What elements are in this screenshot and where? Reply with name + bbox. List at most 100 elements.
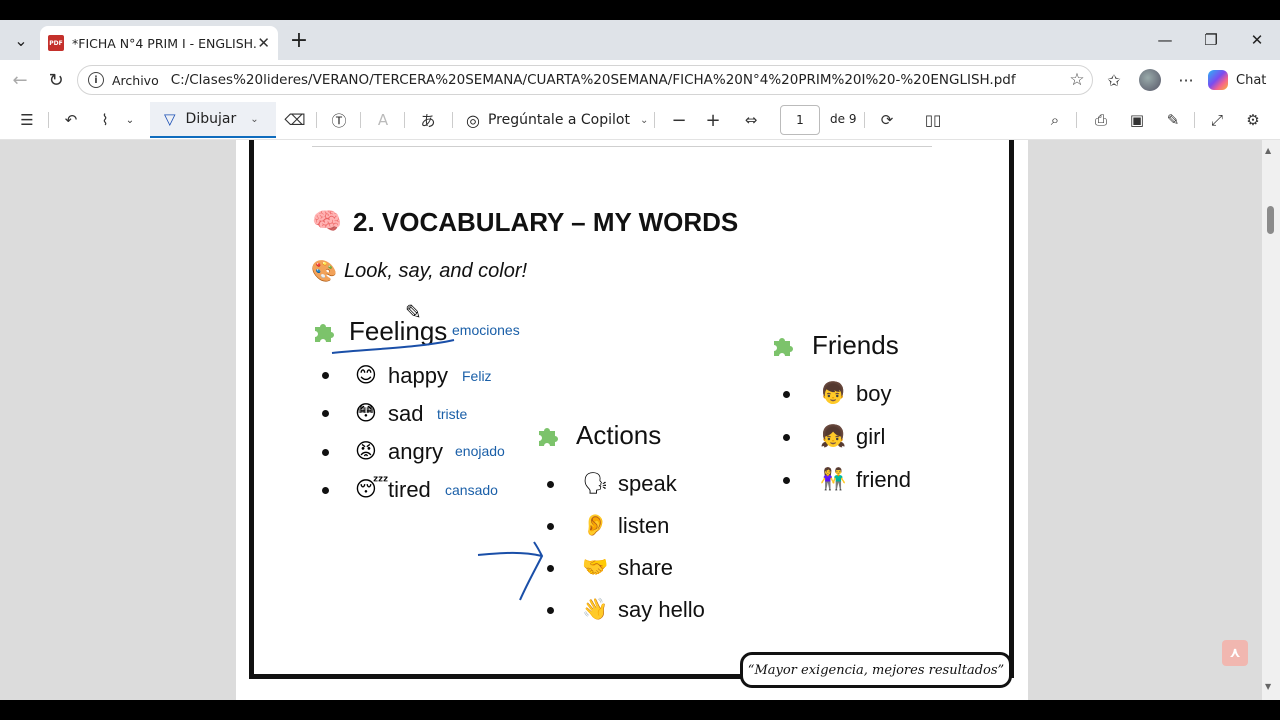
scroll-down-icon[interactable]: ▼ <box>1265 682 1271 691</box>
refresh-icon[interactable]: ↻ <box>42 66 70 94</box>
list-bullet <box>547 607 554 614</box>
zoom-out-icon[interactable]: − <box>666 106 692 134</box>
feelings-note-happy: Feliz <box>462 368 492 384</box>
feelings-annotation: emociones <box>452 322 520 338</box>
section-heading: 2. VOCABULARY – MY WORDS <box>353 207 739 237</box>
add-text-icon[interactable]: Ⓣ <box>326 106 352 134</box>
divider <box>360 112 361 128</box>
more-options-icon[interactable]: ··· <box>1172 66 1200 94</box>
motto-banner: “Mayor exigencia, mejores resultados” <box>740 652 1012 688</box>
section-divider <box>312 146 932 147</box>
ear-icon: 👂 <box>582 513 609 537</box>
list-bullet <box>322 449 329 456</box>
page-frame-left <box>249 140 254 678</box>
tab-bar: ⌄ PDF *FICHA N°4 PRIM I - ENGLISH.pdf ✕ … <box>0 20 1280 60</box>
save-as-icon[interactable]: ✎ <box>1160 106 1186 134</box>
friends-word-friend: friend <box>856 467 912 492</box>
highlight-icon[interactable]: ⌇ <box>92 106 118 134</box>
search-icon[interactable]: ⌕ <box>1042 106 1068 134</box>
fullscreen-icon[interactable]: ⤢ <box>1204 106 1230 134</box>
back-arrow-icon[interactable]: ← <box>6 66 34 94</box>
brain-icon: 🧠 <box>312 207 342 235</box>
feelings-word-angry: angry <box>388 439 444 464</box>
list-bullet <box>547 481 554 488</box>
new-tab-icon[interactable]: + <box>284 25 314 55</box>
restore-icon[interactable]: ❐ <box>1188 25 1234 55</box>
sad-emoji-icon: 😳 <box>355 401 377 425</box>
profile-avatar[interactable] <box>1136 66 1164 94</box>
draw-button[interactable]: ▽ Dibujar ⌄ <box>150 102 276 138</box>
favorite-star-icon[interactable]: ☆ <box>1062 70 1092 90</box>
happy-emoji-icon: 😊 <box>355 363 377 387</box>
avatar <box>1139 69 1161 91</box>
copilot-chevron-icon[interactable]: ⌄ <box>640 115 648 126</box>
active-tab[interactable]: PDF *FICHA N°4 PRIM I - ENGLISH.pdf ✕ <box>40 26 278 60</box>
ask-copilot-button[interactable]: ◎ Pregúntale a Copilot ⌄ <box>466 106 648 134</box>
page-number-input[interactable]: 1 <box>780 105 820 135</box>
read-aloud-icon[interactable]: A <box>370 106 396 134</box>
page-total-label: de 9 <box>830 112 857 126</box>
feelings-note-angry: enojado <box>455 443 505 459</box>
print-icon[interactable]: ⎙ <box>1088 106 1114 134</box>
ask-copilot-label: Pregúntale a Copilot <box>487 112 630 128</box>
save-icon[interactable]: ▣ <box>1124 106 1150 134</box>
page-frame-bottom <box>249 674 749 679</box>
list-bullet <box>322 410 329 417</box>
feelings-note-tired: cansado <box>445 482 498 498</box>
page-frame-right <box>1009 140 1014 678</box>
tab-title: *FICHA N°4 PRIM I - ENGLISH.pdf <box>72 35 258 51</box>
fit-width-icon[interactable]: ⇔ <box>736 106 766 134</box>
speak-icon: 🗣 <box>582 471 609 495</box>
waving-hand-icon: 👋 <box>582 597 609 621</box>
address-bar[interactable]: i Archivo C:/Clases%20lideres/VERANO/TER… <box>77 65 1093 95</box>
divider <box>404 112 405 128</box>
feelings-note-sad: triste <box>437 406 468 422</box>
scroll-up-icon[interactable]: ▲ <box>1265 146 1271 155</box>
list-bullet <box>547 523 554 530</box>
tired-emoji-icon: 😴 <box>355 477 389 501</box>
divider <box>1194 112 1195 128</box>
actions-word-share: share <box>618 555 674 580</box>
page-view-icon[interactable]: ▯▯ <box>918 106 948 134</box>
list-bullet <box>322 372 329 379</box>
draw-chevron-icon[interactable]: ⌄ <box>250 114 258 125</box>
friends-icon: 👫 <box>820 467 847 491</box>
draw-label: Dibujar <box>185 111 237 127</box>
tab-actions-chevron-icon[interactable]: ⌄ <box>6 25 36 55</box>
friends-word-girl: girl <box>856 424 886 449</box>
actions-title: Actions <box>576 420 662 450</box>
feelings-word-tired: tired <box>388 477 431 502</box>
divider <box>1076 112 1077 128</box>
eraser-icon[interactable]: ⌫ <box>282 106 308 134</box>
zoom-in-icon[interactable]: + <box>700 106 726 134</box>
bottom-letterbox <box>0 700 1280 720</box>
ink-arrow <box>477 541 544 601</box>
highlight-chevron-icon[interactable]: ⌄ <box>120 106 140 134</box>
palette-icon: 🎨 <box>311 259 338 283</box>
favorites-icon[interactable]: ✩ <box>1100 66 1128 94</box>
chat-button[interactable]: Chat <box>1208 65 1266 95</box>
close-tab-icon[interactable]: ✕ <box>257 34 270 52</box>
friends-title: Friends <box>812 330 899 360</box>
info-icon[interactable]: i <box>88 72 104 88</box>
rotate-icon[interactable]: ⟳ <box>874 106 900 134</box>
close-window-icon[interactable]: ✕ <box>1234 25 1280 55</box>
divider <box>48 112 49 128</box>
pdf-file-icon: PDF <box>48 35 64 51</box>
copilot-icon: ◎ <box>466 110 480 130</box>
table-of-contents-icon[interactable]: ☰ <box>14 106 40 134</box>
address-bar-row: ← ↻ i Archivo C:/Clases%20lideres/VERANO… <box>0 60 1280 100</box>
settings-gear-icon[interactable]: ⚙ <box>1240 106 1266 134</box>
url-text[interactable]: C:/Clases%20lideres/VERANO/TERCERA%20SEM… <box>171 72 1062 88</box>
translate-icon[interactable]: あ <box>414 106 442 134</box>
friends-word-boy: boy <box>856 381 892 406</box>
divider <box>864 112 865 128</box>
minimize-icon[interactable]: — <box>1142 25 1188 55</box>
undo-icon[interactable]: ↶ <box>58 106 84 134</box>
feelings-word-happy: happy <box>388 363 448 388</box>
scrollbar-thumb[interactable] <box>1267 206 1274 234</box>
actions-word-listen: listen <box>618 513 670 538</box>
acrobat-icon[interactable]: ⋏ <box>1222 640 1248 666</box>
subtitle: Look, say, and color! <box>344 260 528 282</box>
scrollbar[interactable]: ▲ ▼ <box>1262 140 1280 700</box>
